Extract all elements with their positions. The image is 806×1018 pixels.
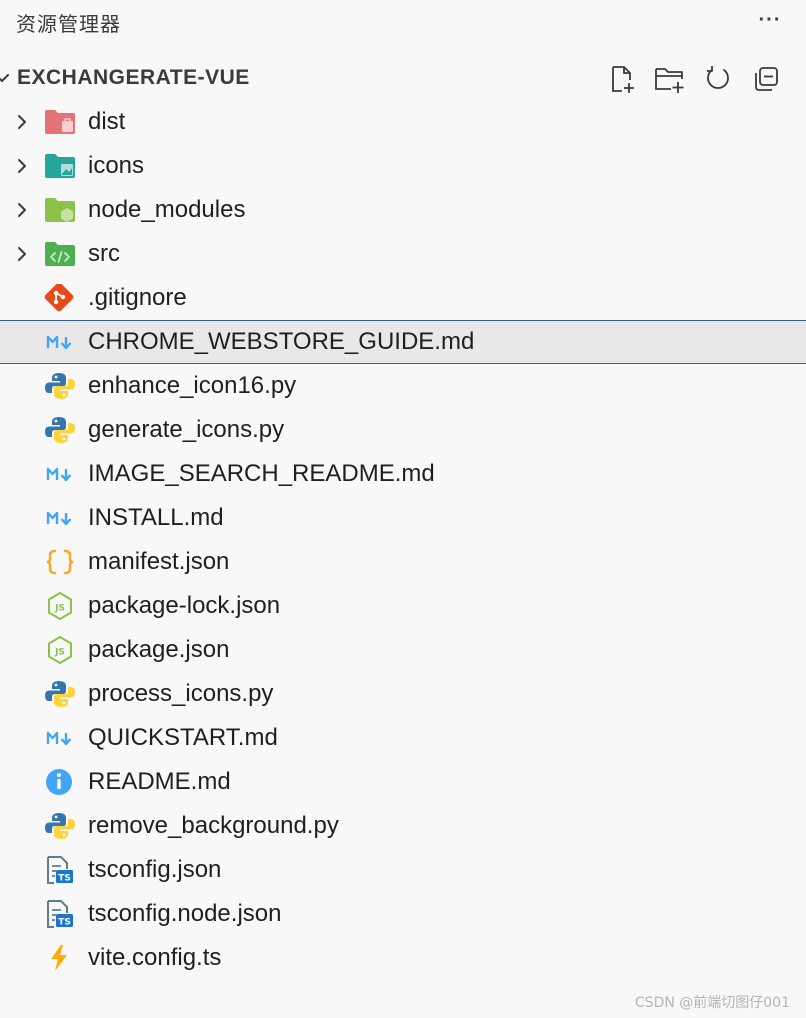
tree-item-label: vite.config.ts xyxy=(88,944,222,971)
tree-folder-row[interactable]: src xyxy=(0,232,806,276)
tree-file-row[interactable]: process_icons.py xyxy=(0,672,806,716)
tree-file-row[interactable]: TS tsconfig.node.json xyxy=(0,892,806,936)
tree-item-label: IMAGE_SEARCH_README.md xyxy=(88,460,435,487)
collapse-all-icon xyxy=(755,67,778,91)
info-icon xyxy=(44,768,76,796)
tree-item-label: .gitignore xyxy=(88,284,187,311)
tree-file-row[interactable]: JS package-lock.json xyxy=(0,584,806,628)
tree-file-row[interactable]: QUICKSTART.md xyxy=(0,716,806,760)
tree-item-label: package.json xyxy=(88,636,230,663)
svg-text:JS: JS xyxy=(54,648,65,658)
svg-text:JS: JS xyxy=(54,604,65,614)
tree-item-label: src xyxy=(88,240,120,267)
tree-folder-row[interactable]: dist xyxy=(0,100,806,144)
folder-images-icon xyxy=(44,152,76,180)
tree-file-row[interactable]: manifest.json xyxy=(0,540,806,584)
python-icon xyxy=(44,812,76,840)
svg-text:TS: TS xyxy=(58,874,71,884)
more-actions-button[interactable]: ··· xyxy=(756,6,784,34)
tree-file-row[interactable]: README.md xyxy=(0,760,806,804)
tree-file-row[interactable]: TS tsconfig.json xyxy=(0,848,806,892)
tree-file-row[interactable]: INSTALL.md xyxy=(0,496,806,540)
tree-item-label: package-lock.json xyxy=(88,592,281,619)
tree-file-row[interactable]: generate_icons.py xyxy=(0,408,806,452)
tree-item-label: CHROME_WEBSTORE_GUIDE.md xyxy=(88,328,475,355)
tree-item-label: process_icons.py xyxy=(88,680,274,707)
workspace-title: EXCHANGERATE-VUE xyxy=(17,66,250,89)
tree-item-label: manifest.json xyxy=(88,548,230,575)
folder-node-icon xyxy=(44,196,76,224)
watermark: CSDN @前端切图仔001 xyxy=(634,995,790,1011)
tree-item-label: generate_icons.py xyxy=(88,416,285,443)
markdown-icon xyxy=(44,328,76,356)
tree-file-row[interactable]: enhance_icon16.py xyxy=(0,364,806,408)
chevron-right-icon[interactable] xyxy=(12,156,32,176)
section-actions xyxy=(605,62,783,96)
markdown-icon xyxy=(44,460,76,488)
new-file-icon xyxy=(612,66,634,93)
new-folder-icon xyxy=(655,68,684,93)
explorer-titlebar: 资源管理器 ··· xyxy=(0,0,806,44)
chevron-right-icon[interactable] xyxy=(12,112,32,132)
python-icon xyxy=(44,372,76,400)
tree-file-row[interactable]: IMAGE_SEARCH_README.md xyxy=(0,452,806,496)
git-icon xyxy=(44,282,76,312)
markdown-icon xyxy=(44,724,76,752)
svg-text:TS: TS xyxy=(58,918,71,928)
tree-file-row[interactable]: vite.config.ts xyxy=(0,936,806,980)
tree-item-label: INSTALL.md xyxy=(88,504,224,531)
chevron-down-icon[interactable] xyxy=(0,68,12,88)
json-icon xyxy=(44,548,76,576)
chevron-right-icon[interactable] xyxy=(12,200,32,220)
tree-item-label: tsconfig.json xyxy=(88,856,222,883)
workspace-section-header[interactable]: EXCHANGERATE-VUE xyxy=(0,56,806,100)
tree-file-row[interactable]: remove_background.py xyxy=(0,804,806,848)
collapse-all-button[interactable] xyxy=(749,62,783,96)
file-tree: dist icons node_modules src .gitignore C… xyxy=(0,100,806,980)
chevron-right-icon[interactable] xyxy=(12,244,32,264)
tree-file-row[interactable]: JS package.json xyxy=(0,628,806,672)
folder-src-icon xyxy=(44,240,76,268)
folder-dist-icon xyxy=(44,108,76,136)
tree-file-row[interactable]: CHROME_WEBSTORE_GUIDE.md xyxy=(0,320,806,364)
tree-file-row[interactable]: .gitignore xyxy=(0,276,806,320)
tree-item-label: enhance_icon16.py xyxy=(88,372,297,399)
refresh-button[interactable] xyxy=(701,62,735,96)
tree-item-label: README.md xyxy=(88,768,231,795)
python-icon xyxy=(44,416,76,444)
tree-item-label: QUICKSTART.md xyxy=(88,724,278,751)
new-file-button[interactable] xyxy=(605,62,639,96)
vite-icon xyxy=(44,944,76,972)
tree-item-label: tsconfig.node.json xyxy=(88,900,282,927)
refresh-icon xyxy=(707,66,729,89)
tree-item-label: node_modules xyxy=(88,196,246,223)
tree-folder-row[interactable]: icons xyxy=(0,144,806,188)
markdown-icon xyxy=(44,504,76,532)
tree-item-label: dist xyxy=(88,108,126,135)
explorer-title: 资源管理器 xyxy=(16,12,121,36)
tree-item-label: remove_background.py xyxy=(88,812,339,839)
new-folder-button[interactable] xyxy=(653,62,687,96)
tree-folder-row[interactable]: node_modules xyxy=(0,188,806,232)
tsconfig-icon: TS xyxy=(44,856,76,884)
nodejs-icon: JS xyxy=(44,591,76,621)
tree-item-label: icons xyxy=(88,152,145,179)
nodejs-icon: JS xyxy=(44,635,76,665)
python-icon xyxy=(44,680,76,708)
tsconfig-icon: TS xyxy=(44,900,76,928)
